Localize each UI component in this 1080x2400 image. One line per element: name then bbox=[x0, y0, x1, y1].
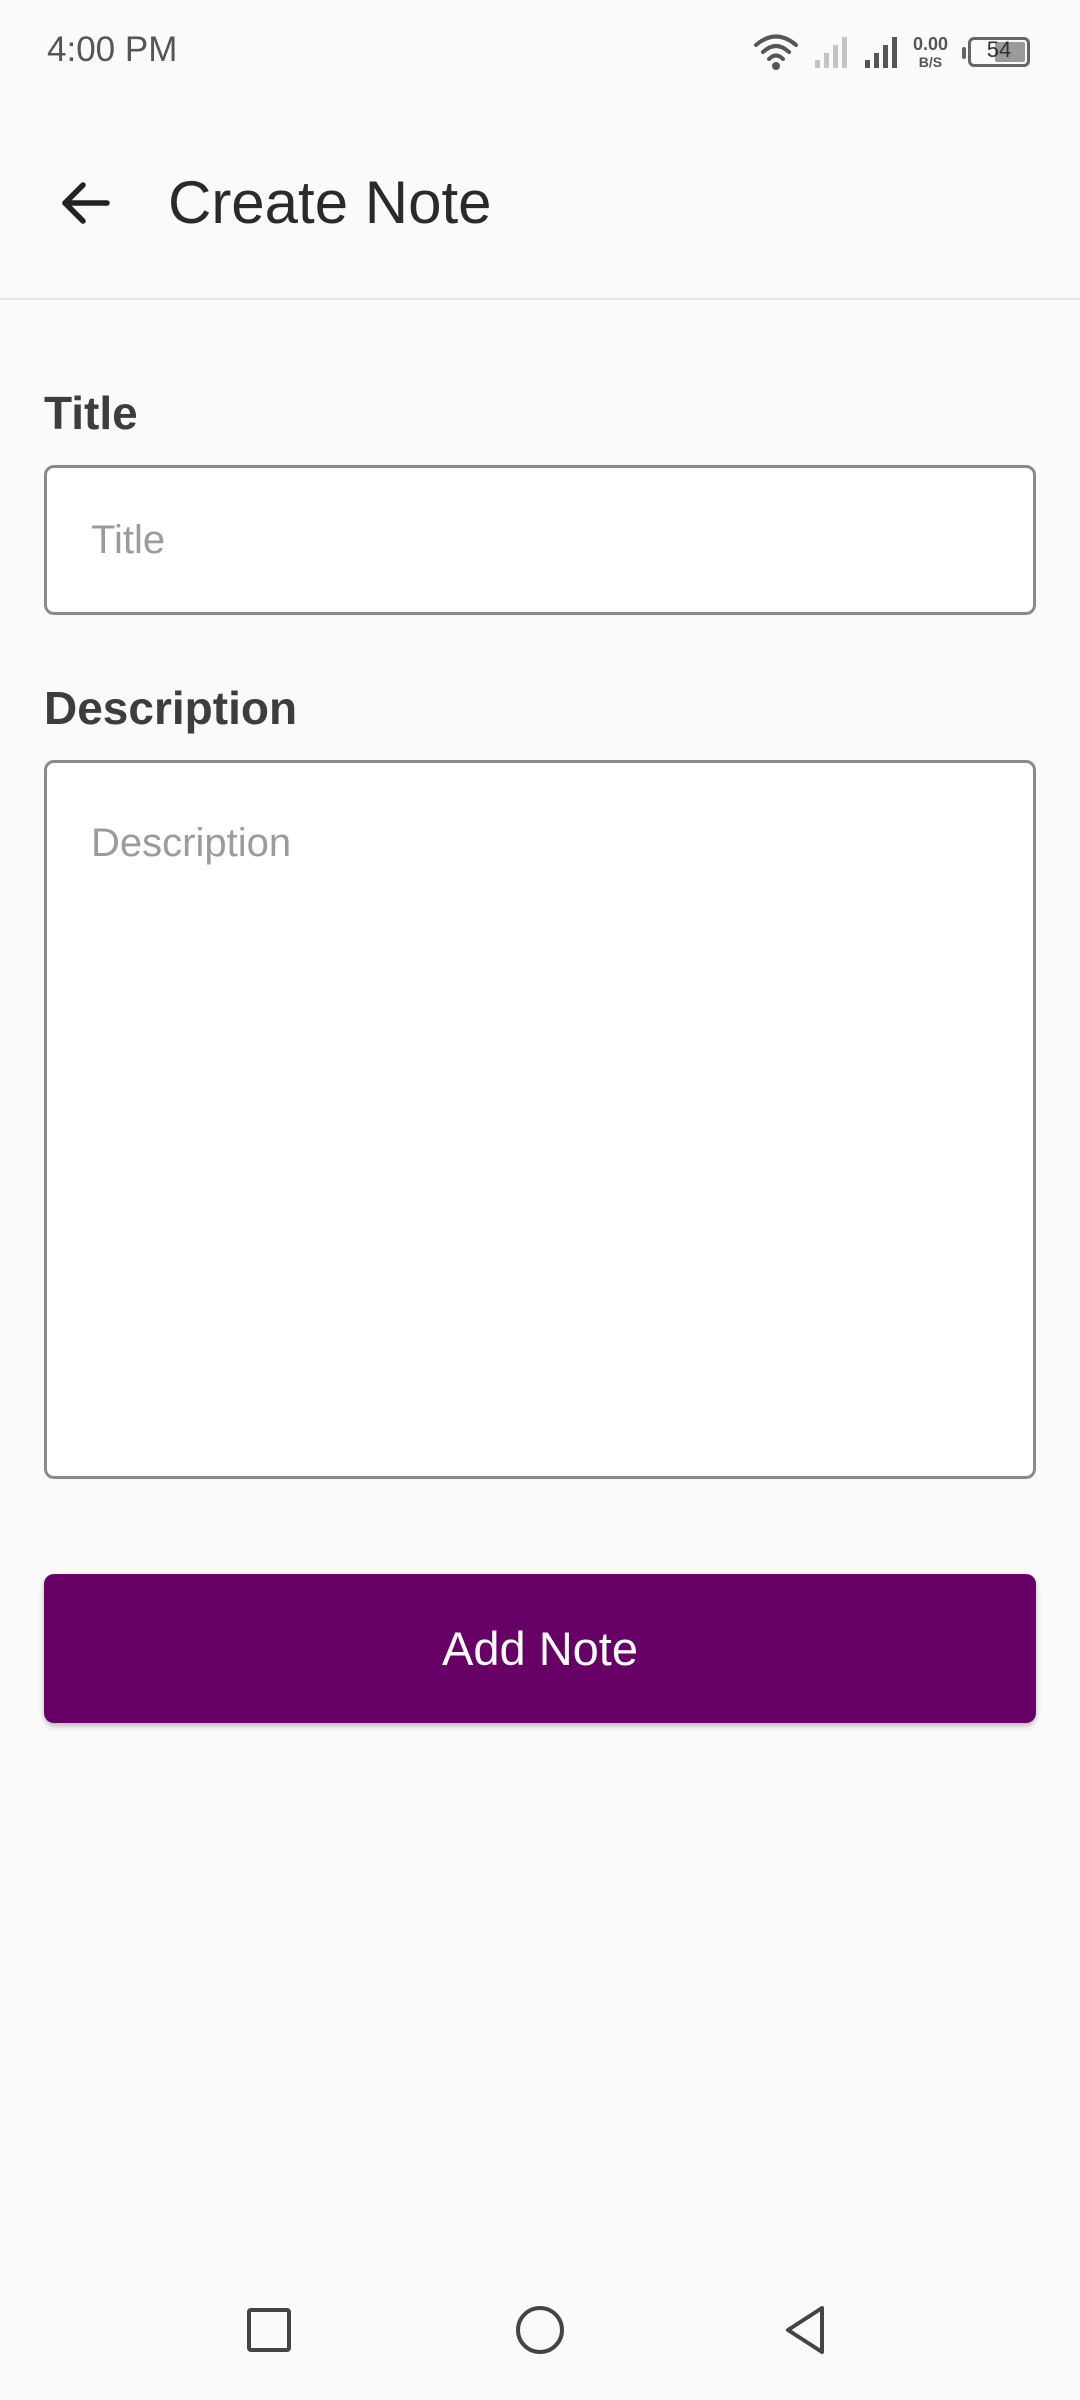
network-speed-unit: B/S bbox=[918, 54, 943, 70]
page-title: Create Note bbox=[168, 169, 492, 236]
system-nav-bar bbox=[0, 2260, 1080, 2400]
wifi-icon bbox=[753, 34, 798, 70]
network-speed: 0.00 B/S bbox=[913, 35, 948, 69]
recents-square-icon bbox=[247, 2308, 291, 2352]
title-label: Title bbox=[44, 387, 138, 439]
signal-weak-icon bbox=[814, 37, 847, 68]
home-circle-icon bbox=[516, 2306, 564, 2354]
add-note-button[interactable]: Add Note bbox=[44, 1574, 1036, 1723]
title-input[interactable] bbox=[44, 465, 1036, 615]
status-bar: 4:00 PM 0.00 B/S 54 bbox=[0, 0, 1080, 110]
arrow-back-icon bbox=[62, 182, 110, 224]
back-nav-button[interactable] bbox=[776, 2300, 836, 2360]
signal-strong-icon bbox=[864, 37, 897, 68]
description-input[interactable] bbox=[44, 760, 1036, 1479]
back-button[interactable] bbox=[40, 158, 130, 248]
description-label: Description bbox=[44, 682, 298, 734]
app-bar: Create Note bbox=[0, 110, 1080, 300]
battery-level: 54 bbox=[986, 37, 1012, 62]
status-icons: 0.00 B/S 54 bbox=[753, 28, 1030, 76]
recents-button[interactable] bbox=[239, 2300, 299, 2360]
network-speed-value: 0.00 bbox=[912, 34, 948, 54]
home-button[interactable] bbox=[510, 2300, 570, 2360]
battery-icon: 54 bbox=[962, 37, 1030, 67]
back-triangle-icon bbox=[786, 2306, 824, 2354]
status-time: 4:00 PM bbox=[47, 30, 178, 69]
